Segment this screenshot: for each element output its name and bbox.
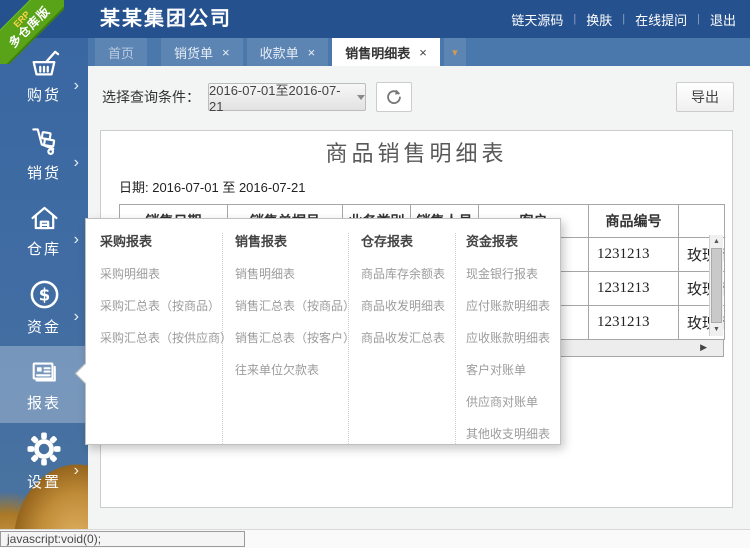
cell-product-code: 1231213 — [588, 237, 679, 272]
chevron-down-icon: ▾ — [452, 46, 458, 59]
corner-ribbon: ERP 多仓库版 — [0, 0, 64, 64]
vertical-scrollbar[interactable]: ▲ ▼ — [709, 235, 723, 336]
tab-label: 销售明细表 — [345, 45, 411, 61]
sidebar-item-label: 设置 — [26, 473, 61, 491]
menu-item-counterparty-arrears[interactable]: 往来单位欠款表 — [235, 361, 348, 379]
dollar-glyph: $ — [38, 285, 49, 304]
chevron-right-icon: › — [73, 231, 79, 248]
menu-item-supplier-statement[interactable]: 供应商对账单 — [466, 393, 560, 411]
menu-item-sales-summary-customer[interactable]: 销售汇总表（按客户） — [235, 329, 355, 347]
query-label: 选择查询条件： — [102, 89, 200, 105]
query-toolbar: 选择查询条件： 2016-07-01至2016-07-21 导出 — [102, 82, 734, 114]
export-label: 导出 — [691, 89, 719, 105]
tab-home[interactable]: 首页 — [95, 38, 148, 66]
menu-item-purchase-detail[interactable]: 采购明细表 — [100, 265, 222, 283]
topbar-links: 链天源码 | 换肤 | 在线提问 | 退出 — [511, 0, 736, 38]
scroll-up-icon[interactable]: ▲ — [710, 235, 723, 248]
cell-product-code: 1231213 — [588, 305, 679, 340]
ribbon-band: ERP 多仓库版 — [0, 0, 64, 64]
refresh-icon — [387, 89, 401, 104]
app-window: 某某集团公司 链天源码 | 换肤 | 在线提问 | 退出 ERP 多仓库版 首页… — [0, 0, 750, 548]
sidebar-item-funds[interactable]: $ 资金 › — [0, 269, 88, 346]
link-separator: | — [622, 13, 626, 25]
close-icon[interactable]: × — [222, 46, 230, 59]
link-separator: | — [573, 13, 577, 25]
menu-item-purchase-summary-supplier[interactable]: 采购汇总表（按供应商） — [100, 329, 232, 347]
app-title: 某某集团公司 — [100, 8, 232, 30]
sidebar: 购货 › 销货 › 仓库 › $ 资金 › 报表 设置 › — [0, 38, 88, 530]
close-icon[interactable]: × — [308, 46, 316, 59]
menu-column-purchase-reports: 采购报表 采购明细表 采购汇总表（按商品） 采购汇总表（按供应商） — [100, 233, 232, 444]
scroll-down-icon[interactable]: ▼ — [710, 323, 723, 336]
status-link-hint: javascript:void(0); — [0, 531, 245, 547]
link-separator: | — [697, 13, 700, 25]
status-bar: javascript:void(0); — [0, 529, 750, 548]
menu-item-stock-inout-detail[interactable]: 商品收发明细表 — [361, 297, 455, 315]
tab-sales-order[interactable]: 销货单 × — [161, 38, 243, 66]
menu-item-stock-balance[interactable]: 商品库存余额表 — [361, 265, 455, 283]
link-change-skin[interactable]: 换肤 — [586, 10, 612, 29]
tab-overflow-button[interactable]: ▾ — [443, 38, 466, 66]
scroll-right-icon[interactable]: ▶ — [700, 342, 707, 353]
warehouse-icon — [30, 206, 58, 229]
menu-item-stock-inout-summary[interactable]: 商品收发汇总表 — [361, 329, 455, 347]
date-range-select[interactable]: 2016-07-01至2016-07-21 — [208, 83, 366, 114]
menu-item-receivable-detail[interactable]: 应收账款明细表 — [466, 329, 560, 347]
chevron-right-icon: › — [73, 308, 79, 325]
menu-header: 资金报表 — [466, 234, 519, 249]
col-header-product-code: 商品编号 — [588, 204, 679, 238]
report-icon — [32, 362, 56, 381]
tab-receipt-order[interactable]: 收款单 × — [246, 38, 329, 66]
tab-label: 首页 — [108, 45, 135, 61]
chevron-down-icon — [357, 94, 365, 100]
close-icon[interactable]: × — [419, 46, 427, 59]
sidebar-item-label: 资金 — [26, 319, 61, 336]
chevron-right-icon: › — [73, 154, 79, 171]
sidebar-item-reports[interactable]: 报表 — [0, 346, 88, 423]
chevron-right-icon: › — [73, 77, 79, 94]
refresh-button[interactable] — [376, 82, 412, 112]
trolley-icon — [32, 127, 56, 155]
menu-column-funds-reports: 资金报表 现金银行报表 应付账款明细表 应收账款明细表 客户对账单 供应商对账单… — [456, 233, 560, 444]
tab-sales-detail-report[interactable]: 销售明细表 × — [332, 38, 440, 66]
date-range-value: 2016-07-01至2016-07-21 — [209, 83, 341, 114]
menu-item-customer-statement[interactable]: 客户对账单 — [466, 361, 560, 379]
tab-label: 销货单 — [174, 45, 214, 61]
menu-column-sales-reports: 销售报表 销售明细表 销售汇总表（按商品） 销售汇总表（按客户） 往来单位欠款表 — [223, 233, 355, 444]
tabbar: 首页 销货单 × 收款单 × 销售明细表 × ▾ — [88, 38, 750, 66]
link-online-help[interactable]: 在线提问 — [635, 10, 687, 29]
menu-item-purchase-summary-product[interactable]: 采购汇总表（按商品） — [100, 297, 222, 315]
menu-item-sales-detail[interactable]: 销售明细表 — [235, 265, 348, 283]
menu-item-sales-summary-product[interactable]: 销售汇总表（按商品） — [235, 297, 355, 315]
link-source[interactable]: 链天源码 — [511, 10, 563, 29]
sidebar-item-label: 仓库 — [26, 240, 61, 258]
link-logout[interactable]: 退出 — [710, 10, 736, 29]
sidebar-item-warehouse[interactable]: 仓库 › — [0, 192, 88, 269]
funds-icon: $ — [30, 280, 58, 309]
menu-item-cash-bank[interactable]: 现金银行报表 — [466, 265, 560, 283]
menu-header: 仓存报表 — [361, 234, 414, 249]
col-header — [678, 204, 725, 238]
menu-column-inventory-reports: 仓存报表 商品库存余额表 商品收发明细表 商品收发汇总表 — [349, 233, 456, 444]
chevron-right-icon: › — [73, 462, 79, 479]
sidebar-item-sales[interactable]: 销货 › — [0, 115, 88, 192]
sidebar-item-label: 购货 — [26, 86, 61, 104]
menu-item-payable-detail[interactable]: 应付账款明细表 — [466, 297, 560, 315]
report-title: 商品销售明细表 — [325, 141, 508, 166]
report-date-range: 日期: 2016-07-01 至 2016-07-21 — [119, 180, 306, 195]
tab-label: 收款单 — [259, 45, 299, 61]
cell-product-code: 1231213 — [588, 271, 679, 306]
menu-header: 采购报表 — [100, 234, 153, 249]
sidebar-item-settings[interactable]: 设置 › — [0, 423, 88, 500]
export-button[interactable]: 导出 — [676, 82, 734, 112]
scrollbar-thumb[interactable] — [711, 248, 722, 323]
reports-popup-menu: 采购报表 采购明细表 采购汇总表（按商品） 采购汇总表（按供应商） 销售报表 销… — [74, 218, 561, 445]
sidebar-item-label: 销货 — [26, 164, 61, 182]
gear-icon — [27, 431, 61, 466]
menu-header: 销售报表 — [235, 234, 288, 249]
menu-item-other-inout-detail[interactable]: 其他收支明细表 — [466, 425, 560, 443]
topbar: 某某集团公司 链天源码 | 换肤 | 在线提问 | 退出 — [0, 0, 750, 38]
sidebar-item-label: 报表 — [26, 394, 61, 412]
